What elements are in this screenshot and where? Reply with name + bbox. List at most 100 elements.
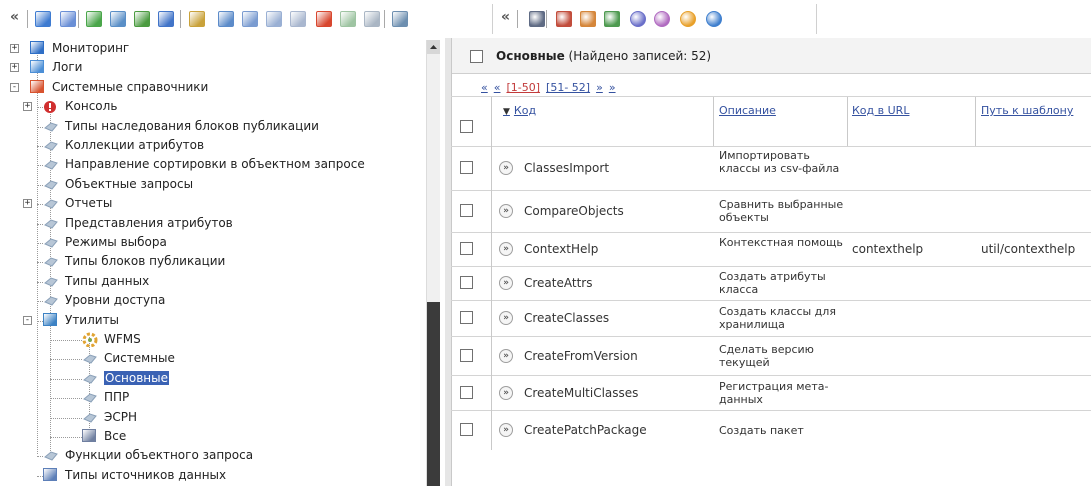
expand-icon[interactable]: + xyxy=(23,102,32,112)
hierarchy-icon[interactable] xyxy=(580,11,596,27)
tree-item[interactable]: - Системные справочники xyxy=(0,78,425,97)
expand-icon[interactable]: + xyxy=(23,199,32,209)
document-icon[interactable] xyxy=(60,11,76,27)
tree-item[interactable]: Направление сортировки в объектном запро… xyxy=(0,155,425,174)
row-checkbox[interactable] xyxy=(460,311,473,324)
sync-icon[interactable] xyxy=(364,11,380,27)
open-record-icon[interactable]: » xyxy=(499,348,513,363)
table-row[interactable]: » CreateAttrs Создать атрибуты класса xyxy=(451,266,1091,300)
row-checkbox[interactable] xyxy=(460,385,473,399)
tree-item-label: Уровни доступа xyxy=(65,293,166,308)
table-row[interactable]: » ClassesImport Импортировать классы из cs… xyxy=(451,146,1091,190)
tree-item[interactable]: Уровни доступа xyxy=(0,291,425,310)
table-row[interactable]: » ContextHelp Контекстная помощь contexthel… xyxy=(451,232,1091,266)
tree-item[interactable]: Функции объектного запроса xyxy=(0,446,425,465)
collapse-left-button[interactable]: « xyxy=(10,9,19,25)
search-icon[interactable] xyxy=(189,11,205,27)
class-icon[interactable] xyxy=(556,11,572,27)
calendar-icon[interactable] xyxy=(529,11,545,27)
home-icon[interactable] xyxy=(35,11,51,27)
select-all-header-checkbox[interactable] xyxy=(470,50,483,63)
tree-item[interactable]: Все xyxy=(0,427,425,446)
tree-item[interactable]: + Мониторинг xyxy=(0,39,425,58)
settings-gear-icon[interactable] xyxy=(110,11,126,27)
edit-icon[interactable] xyxy=(158,11,174,27)
scroll-up-button[interactable] xyxy=(427,40,440,54)
tree-item[interactable]: Типы данных xyxy=(0,272,425,291)
log-icon xyxy=(30,60,44,74)
table-row[interactable]: » CreateClasses Создать классы для хранили… xyxy=(451,300,1091,336)
tree-item[interactable]: Системные xyxy=(0,349,425,368)
tree-item[interactable]: - Утилиты xyxy=(0,311,425,330)
column-header-description[interactable]: Описание xyxy=(719,104,776,117)
pager-link[interactable]: » xyxy=(596,81,603,94)
new-document-icon[interactable] xyxy=(86,11,102,27)
row-checkbox[interactable] xyxy=(460,276,473,289)
column-header-url-code[interactable]: Код в URL xyxy=(852,104,909,117)
tree-item-label: Режимы выбора xyxy=(65,235,167,249)
tree-item[interactable]: + Консоль xyxy=(0,97,425,116)
pager-link[interactable]: « xyxy=(494,81,501,94)
tree-item[interactable]: ППР xyxy=(0,388,425,407)
row-checkbox[interactable] xyxy=(460,242,473,255)
row-checkbox[interactable] xyxy=(460,204,473,217)
table-row[interactable]: » CreateFromVersion Сделать версию текущей xyxy=(451,336,1091,375)
refresh-icon[interactable] xyxy=(340,11,356,27)
open-record-icon[interactable]: » xyxy=(499,423,513,437)
paste-icon[interactable] xyxy=(266,11,282,27)
cut-icon[interactable] xyxy=(242,11,258,27)
tree-item[interactable]: + Логи xyxy=(0,58,425,77)
table-row[interactable]: » CompareObjects Сравнить выбранные объект… xyxy=(451,190,1091,232)
expand-icon[interactable]: + xyxy=(10,44,19,53)
tree-icon[interactable] xyxy=(604,11,620,27)
clipboard-icon[interactable] xyxy=(290,11,306,27)
pager-link[interactable]: « xyxy=(481,81,488,94)
tree-scrollbar[interactable] xyxy=(426,40,440,486)
collapse-icon[interactable]: - xyxy=(23,315,32,325)
pager-current-page[interactable]: [1-50] xyxy=(506,81,540,94)
package-icon[interactable] xyxy=(630,11,646,27)
collapse-right-button[interactable]: « xyxy=(501,9,510,25)
open-record-icon[interactable]: » xyxy=(499,204,513,218)
tools-icon[interactable] xyxy=(134,11,150,27)
tree-item[interactable]: Типы наследования блоков публикации xyxy=(0,117,425,136)
delete-icon[interactable] xyxy=(316,11,332,27)
open-record-icon[interactable]: » xyxy=(499,242,513,256)
column-header-template-path[interactable]: Путь к шаблону xyxy=(981,104,1073,117)
print-icon[interactable] xyxy=(392,11,408,27)
table-row[interactable]: » CreateMultiClasses Регистрация мета-данн… xyxy=(451,375,1091,410)
arrow-up-icon[interactable] xyxy=(706,11,722,27)
row-checkbox[interactable] xyxy=(460,423,473,436)
row-checkbox[interactable] xyxy=(460,161,473,174)
copy-icon[interactable] xyxy=(218,11,234,27)
grid-column-line xyxy=(713,96,714,146)
tree-item[interactable]: Режимы выбора xyxy=(0,233,425,252)
column-header-code[interactable]: ▼ Код xyxy=(503,104,536,117)
open-record-icon[interactable]: » xyxy=(499,161,513,175)
collapse-icon[interactable]: - xyxy=(10,82,19,92)
tree-item[interactable]: ЭСРН xyxy=(0,408,425,427)
tree-item[interactable]: WFMS xyxy=(0,330,425,349)
row-checkbox[interactable] xyxy=(460,348,473,362)
open-record-icon[interactable]: » xyxy=(499,276,513,290)
arrow-down-icon[interactable] xyxy=(680,11,696,27)
expand-icon[interactable]: + xyxy=(10,63,19,73)
tree-item[interactable]: Коллекции атрибутов xyxy=(0,136,425,155)
tree-item[interactable]: Типы источников данных xyxy=(0,466,425,485)
open-record-icon[interactable]: » xyxy=(499,311,513,325)
pager-link[interactable]: [51- 52] xyxy=(546,81,590,94)
tree-item[interactable]: Основные xyxy=(0,369,425,388)
tree-item[interactable]: Типы блоков публикации xyxy=(0,252,425,271)
tree-item-label: Системные xyxy=(104,351,175,366)
tree-item-label: Типы источников данных xyxy=(65,467,227,482)
table-row[interactable]: » CreatePatchPackage Создать пакет xyxy=(451,410,1091,450)
select-all-checkbox[interactable] xyxy=(460,120,473,133)
tree-item[interactable]: Объектные запросы xyxy=(0,175,425,194)
tree-item[interactable]: + Отчеты xyxy=(0,194,425,213)
scroll-thumb[interactable] xyxy=(427,302,440,486)
open-record-icon[interactable]: » xyxy=(499,385,513,400)
import-icon[interactable] xyxy=(654,11,670,27)
pager-link[interactable]: » xyxy=(609,81,616,94)
row-description: Создать классы для хранилища xyxy=(719,305,836,331)
tree-item[interactable]: Представления атрибутов xyxy=(0,214,425,233)
